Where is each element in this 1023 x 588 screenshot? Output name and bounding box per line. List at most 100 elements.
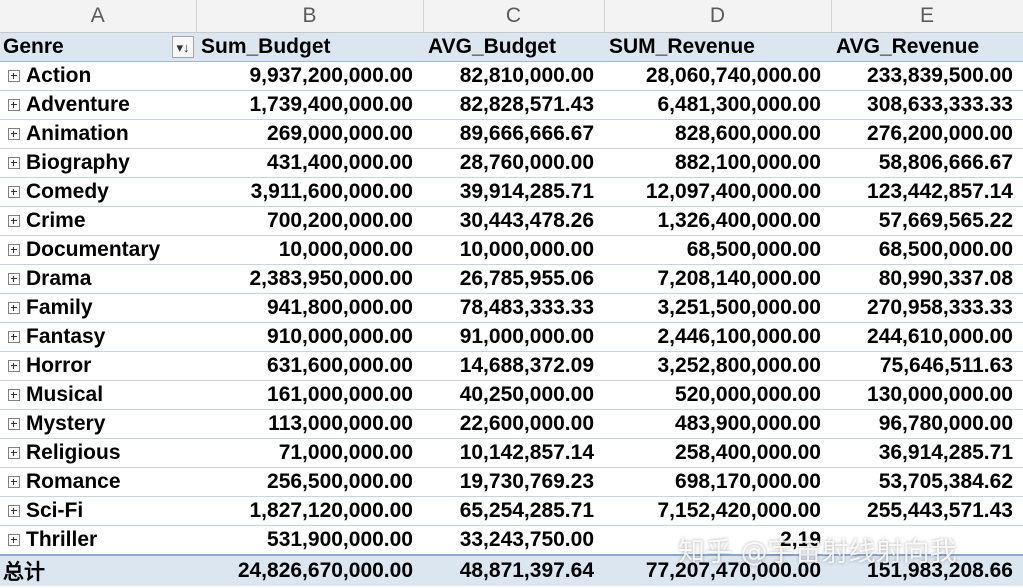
avg-revenue-cell[interactable]: 58,806,666.67 bbox=[831, 148, 1023, 178]
avg-budget-cell[interactable]: 10,000,000.00 bbox=[423, 235, 604, 265]
sum-budget-cell[interactable]: 71,000,000.00 bbox=[196, 438, 423, 468]
sum-revenue-cell[interactable]: 520,000,000.00 bbox=[604, 380, 831, 410]
avg-budget-cell[interactable]: 30,443,478.26 bbox=[423, 206, 604, 236]
genre-cell[interactable]: Biography bbox=[0, 148, 196, 178]
sum-budget-cell[interactable]: 910,000,000.00 bbox=[196, 322, 423, 352]
expand-plus-icon[interactable] bbox=[8, 186, 20, 198]
sum-budget-cell[interactable]: 700,200,000.00 bbox=[196, 206, 423, 236]
avg-budget-header[interactable]: AVG_Budget bbox=[423, 32, 604, 62]
avg-budget-cell[interactable]: 28,760,000.00 bbox=[423, 148, 604, 178]
sum-revenue-cell[interactable]: 828,600,000.00 bbox=[604, 119, 831, 149]
genre-cell[interactable]: Animation bbox=[0, 119, 196, 149]
genre-cell[interactable]: Action bbox=[0, 61, 196, 91]
sum-revenue-cell[interactable]: 698,170,000.00 bbox=[604, 467, 831, 497]
expand-plus-icon[interactable] bbox=[8, 215, 20, 227]
avg-budget-cell[interactable]: 82,828,571.43 bbox=[423, 90, 604, 120]
expand-plus-icon[interactable] bbox=[8, 476, 20, 488]
expand-plus-icon[interactable] bbox=[8, 389, 20, 401]
sum-revenue-cell[interactable]: 1,326,400,000.00 bbox=[604, 206, 831, 236]
sum-revenue-cell[interactable]: 12,097,400,000.00 bbox=[604, 177, 831, 207]
expand-plus-icon[interactable] bbox=[8, 302, 20, 314]
sort-filter-dropdown-icon[interactable]: ▾↓ bbox=[172, 36, 194, 58]
expand-plus-icon[interactable] bbox=[8, 99, 20, 111]
total-sum-budget-cell[interactable]: 24,826,670,000.00 bbox=[196, 554, 423, 586]
genre-cell[interactable]: Family bbox=[0, 293, 196, 323]
genre-cell[interactable]: Musical bbox=[0, 380, 196, 410]
genre-cell[interactable]: Comedy bbox=[0, 177, 196, 207]
expand-plus-icon[interactable] bbox=[8, 244, 20, 256]
sum-revenue-cell[interactable]: 28,060,740,000.00 bbox=[604, 61, 831, 91]
avg-revenue-cell[interactable]: 123,442,857.14 bbox=[831, 177, 1023, 207]
avg-budget-cell[interactable]: 39,914,285.71 bbox=[423, 177, 604, 207]
sum-revenue-cell[interactable]: 3,252,800,000.00 bbox=[604, 351, 831, 381]
column-header-a[interactable]: A bbox=[0, 0, 197, 33]
avg-revenue-cell[interactable]: 80,990,337.08 bbox=[831, 264, 1023, 294]
expand-plus-icon[interactable] bbox=[8, 273, 20, 285]
sum-revenue-cell[interactable]: 68,500,000.00 bbox=[604, 235, 831, 265]
avg-budget-cell[interactable]: 89,666,666.67 bbox=[423, 119, 604, 149]
avg-revenue-cell[interactable]: 53,705,384.62 bbox=[831, 467, 1023, 497]
sum-revenue-cell[interactable]: 7,152,420,000.00 bbox=[604, 496, 831, 526]
sum-budget-cell[interactable]: 531,900,000.00 bbox=[196, 525, 423, 556]
grand-total-label[interactable]: 总计 bbox=[0, 554, 196, 586]
avg-revenue-cell[interactable]: 57,669,565.22 bbox=[831, 206, 1023, 236]
sum-budget-cell[interactable]: 9,937,200,000.00 bbox=[196, 61, 423, 91]
sum-budget-cell[interactable]: 2,383,950,000.00 bbox=[196, 264, 423, 294]
sum-budget-header[interactable]: Sum_Budget bbox=[196, 32, 423, 62]
avg-revenue-header[interactable]: AVG_Revenue bbox=[831, 32, 1023, 62]
avg-revenue-cell[interactable]: 308,633,333.33 bbox=[831, 90, 1023, 120]
genre-cell[interactable]: Adventure bbox=[0, 90, 196, 120]
avg-revenue-cell[interactable]: 36,914,285.71 bbox=[831, 438, 1023, 468]
sum-revenue-cell[interactable]: 483,900,000.00 bbox=[604, 409, 831, 439]
expand-plus-icon[interactable] bbox=[8, 128, 20, 140]
avg-budget-cell[interactable]: 65,254,285.71 bbox=[423, 496, 604, 526]
sum-budget-cell[interactable]: 10,000,000.00 bbox=[196, 235, 423, 265]
avg-budget-cell[interactable]: 26,785,955.06 bbox=[423, 264, 604, 294]
column-header-d[interactable]: D bbox=[604, 0, 832, 33]
avg-budget-cell[interactable]: 78,483,333.33 bbox=[423, 293, 604, 323]
column-header-e[interactable]: E bbox=[831, 0, 1023, 33]
sum-budget-cell[interactable]: 631,600,000.00 bbox=[196, 351, 423, 381]
genre-cell[interactable]: Documentary bbox=[0, 235, 196, 265]
avg-budget-cell[interactable]: 14,688,372.09 bbox=[423, 351, 604, 381]
avg-budget-cell[interactable]: 91,000,000.00 bbox=[423, 322, 604, 352]
sum-revenue-cell[interactable]: 2,446,100,000.00 bbox=[604, 322, 831, 352]
genre-header-cell[interactable]: Genre ▾↓ bbox=[0, 32, 196, 62]
expand-plus-icon[interactable] bbox=[8, 534, 20, 546]
avg-budget-cell[interactable]: 33,243,750.00 bbox=[423, 525, 604, 556]
sum-budget-cell[interactable]: 269,000,000.00 bbox=[196, 119, 423, 149]
sum-revenue-header[interactable]: SUM_Revenue bbox=[604, 32, 831, 62]
avg-budget-cell[interactable]: 40,250,000.00 bbox=[423, 380, 604, 410]
expand-plus-icon[interactable] bbox=[8, 418, 20, 430]
expand-plus-icon[interactable] bbox=[8, 331, 20, 343]
avg-budget-cell[interactable]: 82,810,000.00 bbox=[423, 61, 604, 91]
sum-budget-cell[interactable]: 113,000,000.00 bbox=[196, 409, 423, 439]
expand-plus-icon[interactable] bbox=[8, 70, 20, 82]
genre-cell[interactable]: Horror bbox=[0, 351, 196, 381]
sum-budget-cell[interactable]: 3,911,600,000.00 bbox=[196, 177, 423, 207]
expand-plus-icon[interactable] bbox=[8, 360, 20, 372]
sum-budget-cell[interactable]: 1,739,400,000.00 bbox=[196, 90, 423, 120]
avg-revenue-cell[interactable]: 255,443,571.43 bbox=[831, 496, 1023, 526]
genre-cell[interactable]: Religious bbox=[0, 438, 196, 468]
sum-budget-cell[interactable]: 1,827,120,000.00 bbox=[196, 496, 423, 526]
genre-cell[interactable]: Romance bbox=[0, 467, 196, 497]
sum-revenue-cell[interactable]: 3,251,500,000.00 bbox=[604, 293, 831, 323]
sum-budget-cell[interactable]: 431,400,000.00 bbox=[196, 148, 423, 178]
column-header-b[interactable]: B bbox=[196, 0, 424, 33]
column-header-c[interactable]: C bbox=[423, 0, 605, 33]
sum-budget-cell[interactable]: 256,500,000.00 bbox=[196, 467, 423, 497]
expand-plus-icon[interactable] bbox=[8, 505, 20, 517]
expand-plus-icon[interactable] bbox=[8, 447, 20, 459]
avg-revenue-cell[interactable]: 244,610,000.00 bbox=[831, 322, 1023, 352]
sum-budget-cell[interactable]: 161,000,000.00 bbox=[196, 380, 423, 410]
genre-cell[interactable]: Crime bbox=[0, 206, 196, 236]
avg-budget-cell[interactable]: 22,600,000.00 bbox=[423, 409, 604, 439]
sum-revenue-cell[interactable]: 6,481,300,000.00 bbox=[604, 90, 831, 120]
avg-revenue-cell[interactable]: 96,780,000.00 bbox=[831, 409, 1023, 439]
avg-revenue-cell[interactable]: 276,200,000.00 bbox=[831, 119, 1023, 149]
total-avg-budget-cell[interactable]: 48,871,397.64 bbox=[423, 554, 604, 586]
avg-revenue-cell[interactable]: 68,500,000.00 bbox=[831, 235, 1023, 265]
avg-budget-cell[interactable]: 19,730,769.23 bbox=[423, 467, 604, 497]
avg-revenue-cell[interactable]: 75,646,511.63 bbox=[831, 351, 1023, 381]
